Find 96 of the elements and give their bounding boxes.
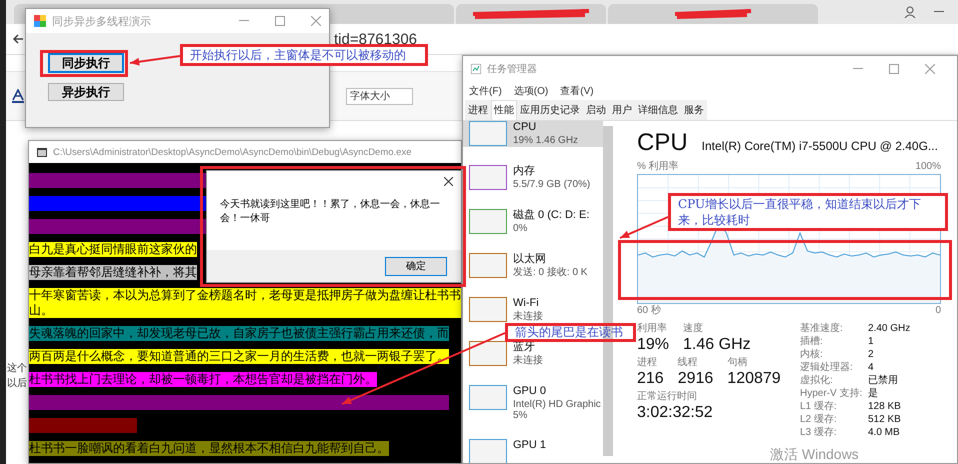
minimize-icon[interactable] xyxy=(934,11,944,13)
cpu-model: Intel(R) Core(TM) i7-5500U CPU @ 2.40G... xyxy=(702,139,938,153)
stat-label: 利用率 xyxy=(637,323,668,335)
profile-icon[interactable] xyxy=(904,6,916,18)
menu-item[interactable]: 选项(O) xyxy=(514,84,548,98)
spec-value: 4.0 MB xyxy=(868,427,901,439)
spec-label: 插槽: xyxy=(800,336,824,348)
axis-label: 0 xyxy=(935,305,941,317)
spec-value: 4 xyxy=(868,362,875,374)
axis-label: 60 秒 xyxy=(637,305,661,317)
resource-name: CPU xyxy=(513,121,538,134)
annotation-tooltip: 箭头的尾巴是在读书 xyxy=(505,323,636,342)
page-text: 这个 xyxy=(7,362,27,376)
back-arrow-icon[interactable] xyxy=(12,33,24,45)
tab[interactable]: 启动 xyxy=(583,100,609,120)
page-text: 以后 xyxy=(7,376,27,391)
resource-detail: 5% xyxy=(513,410,528,421)
stat-label: 句柄 xyxy=(727,357,748,369)
execute-button[interactable]: 同步执行 xyxy=(48,53,124,73)
tab[interactable]: 服务 xyxy=(681,100,707,120)
stat-label: 线程 xyxy=(678,357,699,369)
message-text: 今天书就读到这里吧！！累了，休息一会，休息一会！一休哥 xyxy=(220,198,441,226)
window-title: C:\Users\Administrator\Desktop\AsyncDemo\AsyncDemo\bin\Debug\AsyncDemo.exe xyxy=(53,146,412,158)
resource-detail: 5.5/7.9 GB (70%) xyxy=(513,179,590,190)
resource-item[interactable]: 磁盘 0 (C: D: E: 0% xyxy=(463,209,604,235)
resource-detail: 未连接 xyxy=(513,311,543,322)
spec-label: Hyper-V 支持: xyxy=(800,388,864,400)
tab[interactable]: 性能 xyxy=(491,100,517,120)
menu-item[interactable]: 文件(F) xyxy=(469,84,502,98)
axis-label: % 利用率 xyxy=(637,161,679,173)
font-color-icon[interactable] xyxy=(12,89,24,103)
spec-label: 内核: xyxy=(800,349,824,361)
annotation-tooltip: CPU增长以后一直很平稳，知道结束以后才下来，比较耗时 xyxy=(668,193,948,231)
resource-name: Wi-Fi xyxy=(513,297,540,310)
panel-title: CPU xyxy=(637,129,688,157)
spec-value: 2 xyxy=(868,349,875,361)
stat-label: 进程 xyxy=(637,357,658,369)
stat-value: 2916 xyxy=(678,369,714,388)
spec-label: 逻辑处理器: xyxy=(800,362,854,374)
console-icon xyxy=(37,148,47,156)
spec-value: 2.40 GHz xyxy=(868,323,910,335)
minimize-icon[interactable] xyxy=(239,20,249,22)
activation-notice: 激活 Windows xyxy=(770,446,859,462)
spec-label: 基准速度: xyxy=(800,323,844,335)
resource-item[interactable]: Wi-Fi 未连接 xyxy=(463,297,604,323)
resource-detail: 发送: 0 接收: 0 K xyxy=(513,267,588,278)
resource-item[interactable]: CPU 19% 1.46 GHz xyxy=(463,121,604,147)
window-title: 任务管理器 xyxy=(487,63,537,76)
app-icon xyxy=(34,15,46,27)
resource-name: 内存 xyxy=(513,165,536,178)
stat-value: 216 xyxy=(637,369,664,388)
resource-name: 以太网 xyxy=(513,253,547,266)
spec-value: 已禁用 xyxy=(868,375,899,387)
resource-detail: 未连接 xyxy=(513,355,543,366)
resource-name: GPU 1 xyxy=(513,439,546,452)
maximize-icon[interactable] xyxy=(889,64,899,74)
spec-label: 虚拟化: xyxy=(800,375,834,387)
resource-detail: 0% xyxy=(513,223,528,234)
stat-value: 19% xyxy=(637,335,670,354)
resource-name: 磁盘 0 (C: D: E: xyxy=(513,209,590,222)
resource-item[interactable]: 以太网 发送: 0 接收: 0 K xyxy=(463,253,604,279)
execute-button[interactable]: 异步执行 xyxy=(48,83,124,101)
tab[interactable]: 详细信息 xyxy=(635,100,681,120)
spec-value: 是 xyxy=(868,388,879,400)
ok-button[interactable]: 确定 xyxy=(385,256,447,276)
window-title: 同步异步多线程演示 xyxy=(52,14,151,28)
close-icon[interactable] xyxy=(444,177,453,186)
tab[interactable]: 进程 xyxy=(465,100,491,120)
maximize-icon[interactable] xyxy=(275,16,285,26)
stat-value: 3:02:32:52 xyxy=(637,403,713,422)
font-size-select[interactable]: 字体大小 xyxy=(346,88,413,104)
spec-value: 1 xyxy=(868,336,875,348)
annotation-arrow xyxy=(620,216,668,239)
resource-detail: Intel(R) HD Graphic xyxy=(513,399,601,410)
annotation-tooltip: 开始执行以后，主窗体是不可以被移动的 xyxy=(180,44,428,66)
resource-detail: 19% 1.46 GHz xyxy=(513,135,578,146)
resource-item[interactable]: GPU 0 Intel(R) HD Graphic 5% xyxy=(463,385,604,421)
axis-label: 100% xyxy=(915,161,941,173)
minimize-icon[interactable] xyxy=(853,68,863,70)
spec-label: L2 缓存: xyxy=(800,414,838,426)
stat-label: 速度 xyxy=(683,323,704,335)
resource-name: GPU 0 xyxy=(513,385,548,398)
stat-value: 1.46 GHz xyxy=(683,335,751,354)
menu-item[interactable]: 查看(V) xyxy=(560,84,594,98)
spec-value: 512 KB xyxy=(868,414,902,426)
stat-value: 120879 xyxy=(727,369,781,388)
resource-item[interactable]: 内存 5.5/7.9 GB (70%) xyxy=(463,165,604,191)
app-icon xyxy=(471,64,481,74)
spec-value: 128 KB xyxy=(868,401,902,413)
stat-label: 正常运行时间 xyxy=(637,391,698,403)
spec-label: L3 缓存: xyxy=(800,427,838,439)
annotation-arrow xyxy=(130,55,180,66)
tab[interactable]: 用户 xyxy=(609,100,635,120)
spec-label: L1 缓存: xyxy=(800,401,838,413)
resource-item[interactable]: GPU 1 xyxy=(463,439,604,463)
tab[interactable]: 应用历史记录 xyxy=(517,100,583,120)
